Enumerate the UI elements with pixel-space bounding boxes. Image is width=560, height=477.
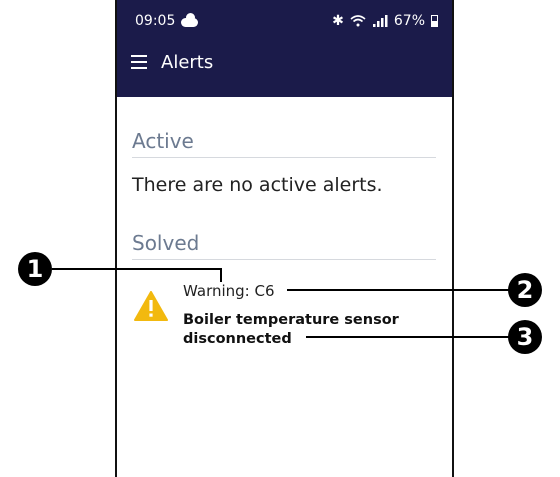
bluetooth-icon: ✱ <box>332 13 344 29</box>
callout-2-line <box>287 289 509 291</box>
battery-icon <box>431 15 438 27</box>
alert-description: Boiler temperature sensor disconnected <box>183 312 399 347</box>
callout-1-connector <box>220 268 222 282</box>
cloud-icon <box>181 12 199 27</box>
app-bar: 09:05 ✱ 67% Alerts <box>117 0 452 97</box>
section-heading-active: Active <box>132 129 436 158</box>
signal-icon <box>372 15 388 27</box>
menu-icon[interactable] <box>131 55 147 69</box>
warning-icon <box>134 291 168 321</box>
callout-1-line <box>52 268 222 270</box>
callout-3-line <box>306 336 509 338</box>
status-bar: 09:05 ✱ 67% <box>135 11 438 31</box>
callout-1: 1 <box>18 252 52 286</box>
wifi-icon <box>350 15 366 27</box>
section-heading-solved: Solved <box>132 231 436 260</box>
callout-3: 3 <box>508 320 542 354</box>
callout-2: 2 <box>508 273 542 307</box>
toolbar: Alerts <box>131 48 213 76</box>
alert-title: Warning: C6 <box>183 282 275 300</box>
phone-screen: 09:05 ✱ 67% Alerts Active There are no a… <box>115 0 454 477</box>
battery-percent: 67% <box>393 13 425 29</box>
status-time: 09:05 <box>135 13 176 29</box>
page-title: Alerts <box>161 51 214 73</box>
empty-alerts-message: There are no active alerts. <box>132 174 383 196</box>
